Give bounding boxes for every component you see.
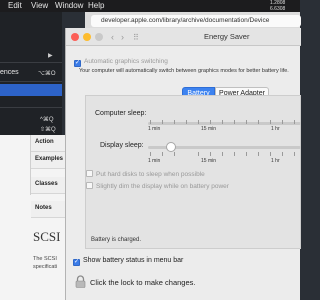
tick-label-1min: 1 min	[148, 126, 161, 132]
doc-table: Action Examples Classes Notes	[30, 135, 66, 218]
show-all-grid-icon[interactable]: ⠿	[133, 33, 139, 42]
doc-heading: SCSI	[33, 229, 61, 244]
dim-display-label: Slightly dim the display while on batter…	[96, 183, 229, 190]
slider-tick	[210, 152, 211, 156]
tick-label-15min: 15 min	[201, 126, 217, 132]
hard-disks-label: Put hard disks to sleep when possible	[96, 171, 205, 178]
display-sleep-label: Display sleep:	[100, 142, 144, 149]
doc-table-cell: Examples	[31, 152, 66, 169]
menu-item-shortcut: ⌥⌘O	[38, 71, 56, 77]
slider-tick	[294, 120, 295, 124]
menu-shortcut-logout: ⇧⌘Q	[40, 127, 56, 133]
lock-message: Click the lock to make changes.	[90, 278, 196, 287]
slider-tick	[294, 152, 295, 156]
documentation-page: Action Examples Classes Notes SCSI The S…	[0, 135, 66, 300]
slider-tick	[258, 120, 259, 124]
auto-graphics-description: Your computer will automatically switch …	[79, 68, 289, 74]
slider-tick	[150, 120, 151, 124]
slider-tick	[186, 120, 187, 124]
menu-separator	[0, 107, 62, 108]
dim-display-checkbox[interactable]	[86, 182, 93, 189]
hard-disks-checkbox-row[interactable]: Put hard disks to sleep when possible	[86, 170, 205, 178]
zoom-button[interactable]	[95, 33, 103, 41]
forward-icon[interactable]: ›	[121, 32, 124, 42]
slider-tick	[210, 120, 211, 124]
dim-display-checkbox-row[interactable]: Slightly dim the display while on batter…	[86, 182, 229, 190]
close-button[interactable]	[71, 33, 79, 41]
menu-view[interactable]: View	[31, 1, 48, 11]
tick-label-1hr: 1 hr	[271, 126, 280, 132]
slider-tick	[246, 152, 247, 156]
slider-tick	[222, 152, 223, 156]
back-icon[interactable]: ‹	[111, 32, 114, 42]
slider-tick	[270, 152, 271, 156]
doc-table-cell: Notes	[31, 201, 66, 218]
menu-bar: Edit View Window Help 1.2808 6.6308	[0, 0, 300, 12]
slider-tick	[234, 152, 235, 156]
auto-graphics-label: Automatic graphics switching	[84, 58, 168, 65]
computer-sleep-label: Computer sleep:	[95, 110, 147, 117]
slider-tick	[150, 152, 151, 156]
auto-graphics-checkbox-row[interactable]: ✓ Automatic graphics switching	[74, 58, 168, 67]
tick-label-15min: 15 min	[201, 158, 217, 164]
display-sleep-slider-knob[interactable]	[165, 142, 176, 152]
slider-tick	[162, 152, 163, 156]
menu-window[interactable]: Window	[55, 1, 83, 11]
slider-tick	[282, 152, 283, 156]
slider-tick	[234, 120, 235, 124]
tick-label-1hr: 1 hr	[271, 158, 280, 164]
menu-item-preferences[interactable]: ences ⌥⌘O	[0, 67, 62, 79]
minimize-button[interactable]	[83, 33, 91, 41]
menu-separator	[0, 81, 62, 82]
slider-tick	[258, 152, 259, 156]
window-titlebar: ‹ › ⠿ Energy Saver	[66, 28, 301, 46]
doc-table-cell: Action	[31, 135, 66, 152]
slider-tick	[270, 120, 271, 124]
tick-label-1min: 1 min	[148, 158, 161, 164]
menu-item-highlighted[interactable]	[0, 84, 62, 96]
url-bar[interactable]: developer.apple.com/library/archive/docu…	[91, 15, 301, 27]
slider-tick	[162, 120, 163, 124]
computer-sleep-slider[interactable]	[148, 122, 301, 125]
menu-edit[interactable]: Edit	[8, 1, 22, 11]
energy-saver-window: ‹ › ⠿ Energy Saver ✓ Automatic graphics s…	[65, 28, 301, 300]
window-title: Energy Saver	[204, 32, 250, 41]
slider-tick	[282, 120, 283, 124]
submenu-arrow-icon: ▶	[48, 53, 53, 59]
show-battery-label: Show battery status in menu bar	[83, 257, 184, 264]
menu-item-label: ences	[0, 69, 19, 76]
show-battery-checkbox[interactable]: ✓	[73, 259, 80, 266]
lock-icon[interactable]	[75, 275, 86, 288]
slider-tick	[174, 120, 175, 124]
slider-tick	[174, 152, 175, 156]
url-text: developer.apple.com/library/archive/docu…	[101, 17, 270, 24]
menu-help[interactable]: Help	[88, 1, 104, 11]
auto-graphics-checkbox[interactable]: ✓	[74, 60, 81, 67]
battery-status-text: Battery is charged.	[91, 237, 142, 243]
menu-shortcut-lock: ^⌘Q	[40, 117, 54, 123]
dropdown-menu: ▶ ences ⌥⌘O ^⌘Q ⇧⌘Q	[0, 12, 62, 135]
show-battery-checkbox-row[interactable]: ✓ Show battery status in menu bar	[73, 257, 183, 266]
menu-separator	[0, 62, 62, 63]
slider-tick	[198, 152, 199, 156]
slider-tick	[198, 120, 199, 124]
hard-disks-checkbox[interactable]	[86, 170, 93, 177]
slider-tick	[222, 120, 223, 124]
doc-table-cell: Classes	[31, 177, 66, 194]
slider-tick	[246, 120, 247, 124]
